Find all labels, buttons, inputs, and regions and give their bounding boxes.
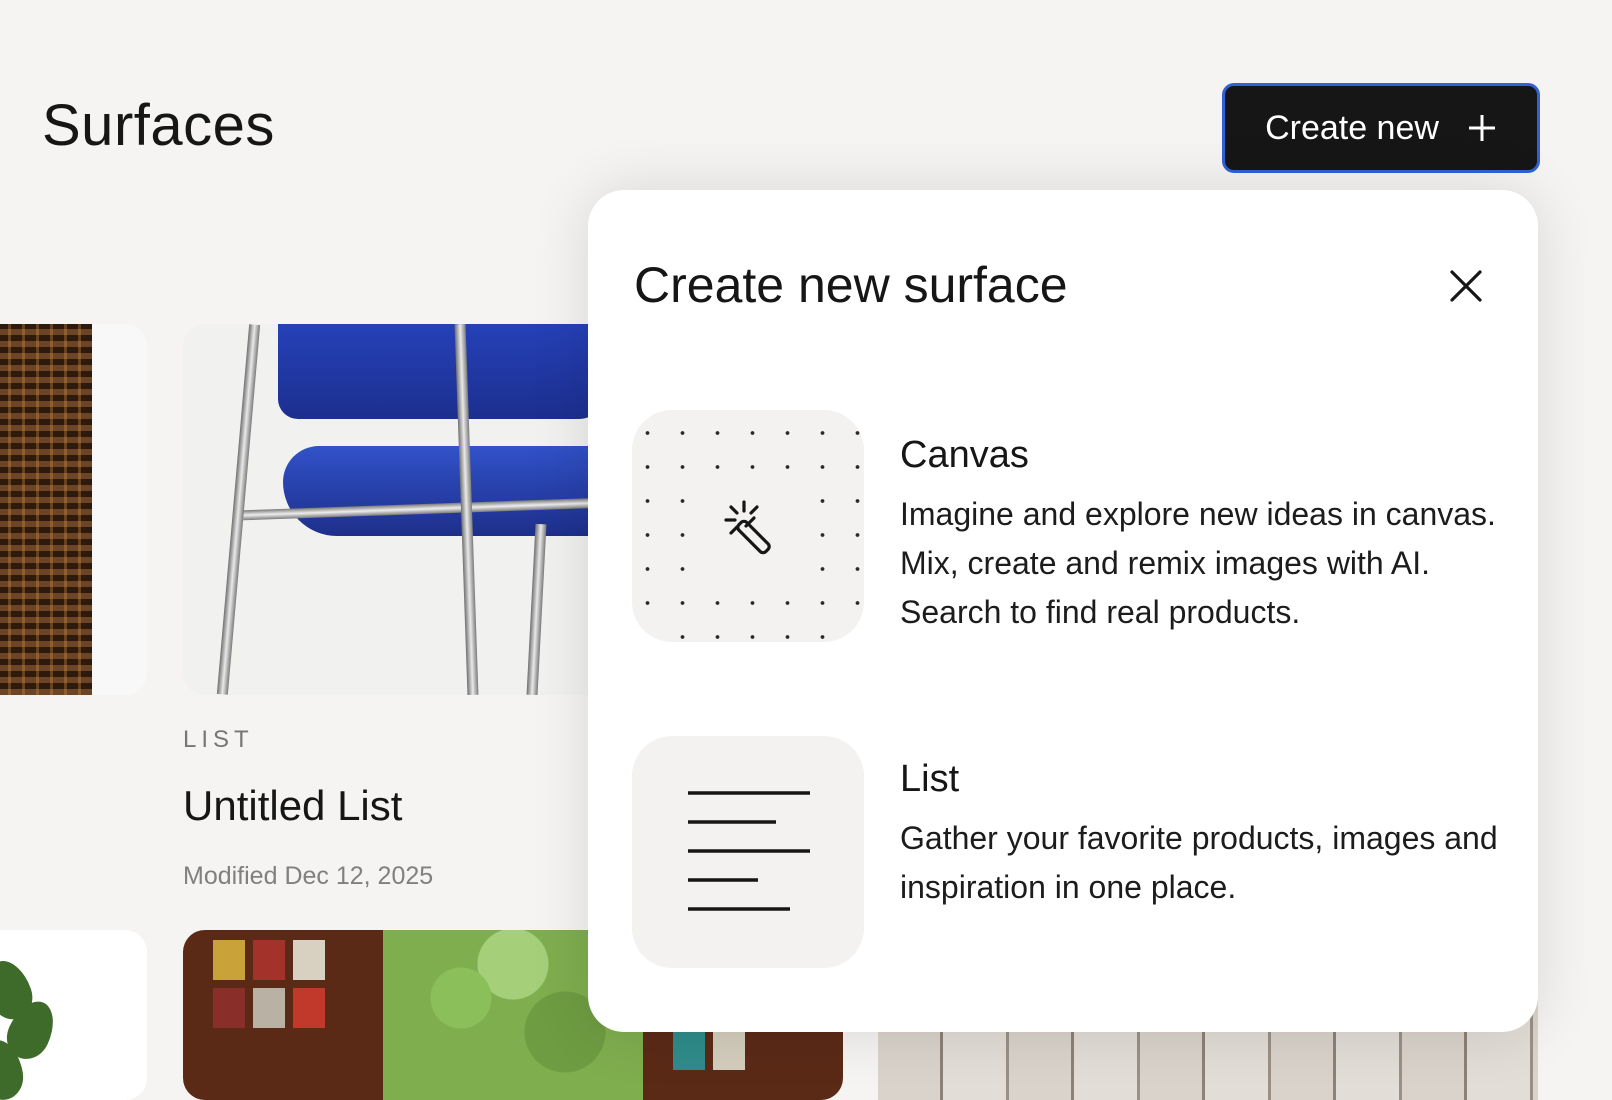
close-icon bbox=[1450, 270, 1482, 302]
list-tile bbox=[632, 736, 864, 968]
card-title[interactable]: Untitled List bbox=[183, 782, 402, 830]
card-image-chair[interactable] bbox=[183, 324, 603, 695]
close-button[interactable] bbox=[1446, 266, 1486, 306]
glass-pane bbox=[213, 988, 245, 1028]
glass-pane bbox=[213, 940, 245, 980]
create-new-button[interactable]: Create new bbox=[1222, 83, 1540, 173]
card-modified-date: Modified Dec 12, 2025 bbox=[183, 862, 434, 890]
glass-pane bbox=[253, 940, 285, 980]
option-list[interactable]: List Gather your favorite products, imag… bbox=[632, 736, 1502, 970]
chair-backrest bbox=[278, 324, 603, 419]
option-canvas[interactable]: Canvas Imagine and explore new ideas in … bbox=[632, 410, 1502, 644]
chair-seat bbox=[283, 446, 603, 536]
plus-icon bbox=[1468, 115, 1495, 141]
chair-leg bbox=[526, 523, 547, 695]
glass-pane bbox=[673, 1030, 705, 1070]
option-list-description: Gather your favorite products, images an… bbox=[900, 820, 1498, 905]
create-new-label: Create new bbox=[1265, 108, 1439, 147]
magic-wand-icon bbox=[724, 500, 771, 555]
modal-title: Create new surface bbox=[634, 257, 1068, 313]
card-image-rug[interactable] bbox=[0, 324, 147, 695]
glass-pane bbox=[713, 1030, 745, 1070]
rug-pattern bbox=[0, 324, 92, 695]
option-canvas-name: Canvas bbox=[900, 434, 1029, 476]
canvas-tile bbox=[632, 410, 864, 642]
create-surface-modal: Create new surface Canvas Imagine and ex… bbox=[588, 190, 1538, 1032]
text-lines-icon bbox=[688, 791, 810, 911]
page-title: Surfaces bbox=[42, 93, 275, 158]
card-type-label: LIST bbox=[183, 726, 254, 753]
glass-pane bbox=[253, 988, 285, 1028]
option-list-name: List bbox=[900, 758, 960, 800]
card-image-plant[interactable] bbox=[0, 930, 147, 1100]
option-canvas-description: Imagine and explore new ideas in canvas.… bbox=[900, 496, 1496, 630]
glass-pane bbox=[293, 940, 325, 980]
glass-pane bbox=[293, 988, 325, 1028]
